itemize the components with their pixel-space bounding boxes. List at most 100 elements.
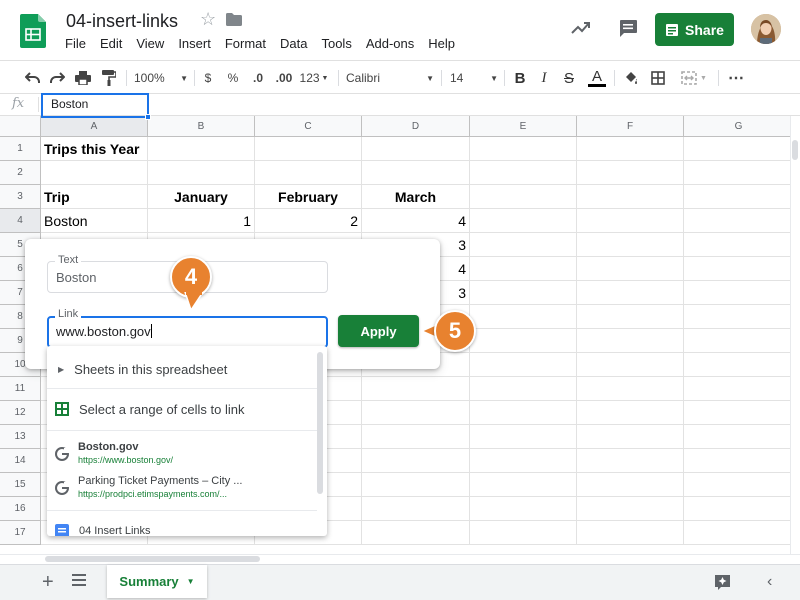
grid-cell[interactable] bbox=[470, 185, 577, 209]
grid-cell[interactable] bbox=[684, 281, 790, 305]
document-link-item[interactable]: 04 Insert Links bbox=[47, 522, 317, 536]
grid-cell[interactable] bbox=[362, 473, 470, 497]
text-color-icon[interactable]: A bbox=[587, 68, 607, 88]
grid-cell[interactable] bbox=[577, 257, 684, 281]
folder-icon[interactable] bbox=[226, 13, 242, 26]
grid-cell[interactable] bbox=[577, 233, 684, 257]
grid-cell[interactable] bbox=[148, 161, 255, 185]
grid-cell[interactable] bbox=[684, 497, 790, 521]
grid-cell[interactable] bbox=[684, 473, 790, 497]
cell-d4[interactable]: 4 bbox=[362, 209, 470, 233]
grid-cell[interactable] bbox=[577, 209, 684, 233]
dropdown-scrollbar[interactable] bbox=[317, 352, 323, 494]
select-all-corner[interactable] bbox=[0, 116, 41, 137]
share-button[interactable]: Share bbox=[655, 13, 734, 46]
grid-cell[interactable] bbox=[470, 473, 577, 497]
menu-edit[interactable]: Edit bbox=[93, 36, 129, 54]
cell-c3[interactable]: February bbox=[255, 185, 362, 209]
cell-b4[interactable]: 1 bbox=[148, 209, 255, 233]
menu-addons[interactable]: Add-ons bbox=[359, 36, 421, 54]
grid-cell[interactable] bbox=[470, 209, 577, 233]
grid-cell[interactable] bbox=[470, 401, 577, 425]
row-header-16[interactable]: 16 bbox=[0, 497, 41, 521]
grid-cell[interactable] bbox=[470, 257, 577, 281]
grid-cell[interactable] bbox=[362, 425, 470, 449]
grid-cell[interactable] bbox=[470, 137, 577, 161]
grid-cell[interactable] bbox=[577, 377, 684, 401]
bold-icon[interactable]: B bbox=[512, 68, 528, 88]
column-header-a[interactable]: A bbox=[41, 116, 148, 137]
account-avatar[interactable] bbox=[751, 14, 781, 44]
grid-cell[interactable] bbox=[684, 521, 790, 545]
grid-cell[interactable] bbox=[684, 137, 790, 161]
column-header-g[interactable]: G bbox=[684, 116, 790, 137]
column-header-b[interactable]: B bbox=[148, 116, 255, 137]
grid-cell[interactable] bbox=[684, 377, 790, 401]
chevron-left-icon[interactable]: ‹ bbox=[767, 573, 772, 591]
sheet-tab-summary[interactable]: Summary ▼ bbox=[107, 565, 207, 598]
grid-cell[interactable] bbox=[577, 353, 684, 377]
grid-cell[interactable] bbox=[577, 137, 684, 161]
vertical-scrollbar[interactable] bbox=[790, 116, 800, 554]
grid-cell[interactable] bbox=[362, 401, 470, 425]
grid-cell[interactable] bbox=[470, 497, 577, 521]
font-select[interactable]: Calibri ▼ bbox=[346, 68, 434, 88]
row-header-1[interactable]: 1 bbox=[0, 137, 41, 161]
merge-cells-icon[interactable]: ▼ bbox=[678, 68, 710, 88]
grid-cell[interactable] bbox=[470, 521, 577, 545]
fill-color-icon[interactable] bbox=[622, 68, 640, 88]
grid-cell[interactable] bbox=[684, 449, 790, 473]
row-header-2[interactable]: 2 bbox=[0, 161, 41, 185]
row-header-3[interactable]: 3 bbox=[0, 185, 41, 209]
grid-cell[interactable] bbox=[362, 521, 470, 545]
grid-cell[interactable] bbox=[255, 137, 362, 161]
row-header-12[interactable]: 12 bbox=[0, 401, 41, 425]
sheets-logo-icon[interactable] bbox=[20, 14, 46, 48]
grid-cell[interactable] bbox=[362, 137, 470, 161]
list-icon[interactable] bbox=[72, 574, 86, 586]
grid-cell[interactable] bbox=[470, 233, 577, 257]
grid-cell[interactable] bbox=[577, 185, 684, 209]
row-header-11[interactable]: 11 bbox=[0, 377, 41, 401]
italic-icon[interactable]: I bbox=[537, 68, 551, 88]
row-header-15[interactable]: 15 bbox=[0, 473, 41, 497]
grid-cell[interactable] bbox=[470, 281, 577, 305]
grid-cell[interactable] bbox=[470, 305, 577, 329]
undo-icon[interactable] bbox=[24, 68, 42, 88]
menu-help[interactable]: Help bbox=[421, 36, 462, 54]
grid-cell[interactable] bbox=[470, 425, 577, 449]
link-result-item[interactable]: Parking Ticket Payments – City ... https… bbox=[47, 474, 317, 502]
grid-cell[interactable] bbox=[577, 281, 684, 305]
grid-cell[interactable] bbox=[362, 449, 470, 473]
menu-tools[interactable]: Tools bbox=[314, 36, 358, 54]
cell-a3[interactable]: Trip bbox=[41, 185, 148, 209]
zoom-select[interactable]: 100% ▼ bbox=[134, 68, 188, 88]
redo-icon[interactable] bbox=[48, 68, 66, 88]
grid-cell[interactable] bbox=[577, 401, 684, 425]
grid-cell[interactable] bbox=[684, 401, 790, 425]
menu-insert[interactable]: Insert bbox=[171, 36, 218, 54]
grid-cell[interactable] bbox=[684, 305, 790, 329]
grid-cell[interactable] bbox=[684, 329, 790, 353]
borders-icon[interactable] bbox=[650, 68, 666, 88]
cell-d3[interactable]: March bbox=[362, 185, 470, 209]
horizontal-scroll-thumb[interactable] bbox=[45, 556, 260, 562]
cell-a1[interactable]: Trips this Year bbox=[41, 137, 255, 161]
more-options-icon[interactable]: ⋯ bbox=[726, 68, 746, 88]
grid-cell[interactable] bbox=[255, 161, 362, 185]
menu-view[interactable]: View bbox=[129, 36, 171, 54]
vertical-scroll-thumb[interactable] bbox=[792, 140, 798, 160]
plus-icon[interactable]: + bbox=[42, 571, 54, 594]
strikethrough-icon[interactable]: S bbox=[561, 68, 577, 88]
column-header-e[interactable]: E bbox=[470, 116, 577, 137]
row-header-4[interactable]: 4 bbox=[0, 209, 41, 233]
menu-data[interactable]: Data bbox=[273, 36, 314, 54]
increase-decimal-button[interactable]: .00 bbox=[272, 68, 296, 88]
grid-cell[interactable] bbox=[470, 353, 577, 377]
star-icon[interactable]: ☆ bbox=[200, 9, 216, 30]
explore-icon[interactable] bbox=[714, 574, 731, 591]
link-result-item[interactable]: Boston.gov https://www.boston.gov/ bbox=[47, 440, 317, 468]
grid-cell[interactable] bbox=[577, 473, 684, 497]
grid-cell[interactable] bbox=[362, 497, 470, 521]
grid-cell[interactable] bbox=[577, 161, 684, 185]
